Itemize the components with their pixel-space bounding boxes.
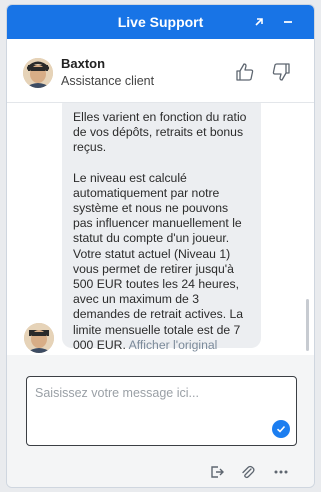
show-original-link[interactable]: Afficher l'original bbox=[129, 338, 218, 352]
minimize-button[interactable] bbox=[277, 11, 299, 33]
send-button[interactable] bbox=[272, 420, 290, 438]
message-paragraph-text: Le niveau est calculé automatiquement pa… bbox=[73, 170, 244, 352]
agent-message-bubble: Elles varient en fonction du ratio de vo… bbox=[62, 103, 261, 352]
popout-button[interactable] bbox=[248, 11, 270, 33]
rate-down-button[interactable] bbox=[270, 61, 292, 83]
check-send-icon bbox=[276, 425, 286, 433]
chat-header: Live Support bbox=[7, 5, 314, 39]
more-options-button[interactable] bbox=[272, 463, 290, 481]
thumbs-down-icon bbox=[272, 63, 290, 81]
message-input[interactable] bbox=[35, 386, 275, 436]
agent-info-bar: Baxton Assistance client bbox=[7, 39, 314, 103]
agent-avatar bbox=[23, 58, 53, 88]
paperclip-icon bbox=[242, 465, 255, 479]
chat-widget: Live Support Baxton Assistance client El… bbox=[6, 4, 315, 488]
rate-up-button[interactable] bbox=[234, 61, 256, 83]
minimize-icon bbox=[284, 21, 292, 23]
arrow-up-right-icon bbox=[255, 18, 263, 26]
agent-role: Assistance client bbox=[61, 74, 155, 88]
more-icon bbox=[274, 470, 288, 474]
composer-zone bbox=[7, 355, 314, 487]
exit-icon bbox=[211, 466, 224, 478]
agent-name: Baxton bbox=[61, 56, 106, 71]
thumbs-up-icon bbox=[236, 63, 254, 81]
attach-button[interactable] bbox=[239, 463, 257, 481]
message-paragraph-2: Le niveau est calculé automatiquement pa… bbox=[73, 171, 250, 353]
exit-chat-button[interactable] bbox=[208, 463, 226, 481]
message-list[interactable]: Elles varient en fonction du ratio de vo… bbox=[7, 103, 314, 355]
message-composer bbox=[26, 376, 297, 446]
message-agent-avatar bbox=[24, 323, 54, 353]
message-scrollbar[interactable] bbox=[306, 299, 309, 351]
message-paragraph: Elles varient en fonction du ratio de vo… bbox=[73, 110, 247, 155]
